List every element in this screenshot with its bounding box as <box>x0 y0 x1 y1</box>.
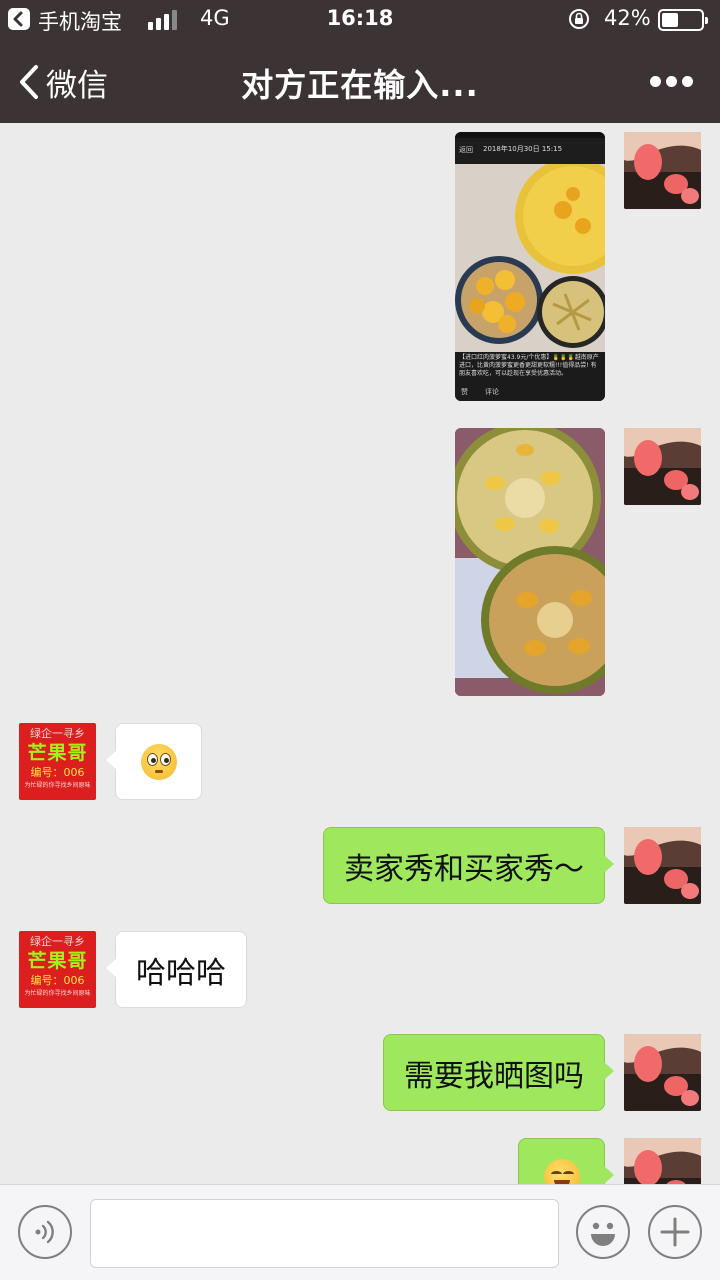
jackfruit-halves-photo <box>455 428 605 696</box>
message-bubble-emoji[interactable] <box>106 723 202 800</box>
battery-percent: 42% <box>604 6 651 30</box>
message-bubble-text[interactable]: 哈哈哈 <box>106 931 247 1008</box>
battery-nub <box>705 17 708 24</box>
voice-input-button[interactable] <box>18 1205 72 1259</box>
message-bubble-text[interactable]: 需要我晒图吗 <box>383 1034 614 1111</box>
jackfruit-photo <box>455 164 605 352</box>
message-bubble-text[interactable]: 卖家秀和买家秀～ <box>323 827 614 904</box>
mini-header-date: 2018年10月30日 15:15 <box>483 145 563 153</box>
smiley-icon <box>591 1222 615 1246</box>
post-actions: 赞 评论 <box>455 384 605 401</box>
message-text: 卖家秀和买家秀～ <box>344 851 584 887</box>
message-text: 哈哈哈 <box>136 955 226 991</box>
message-text: 需要我晒图吗 <box>404 1058 584 1094</box>
avatar-line-3: 编号：006 <box>30 974 85 987</box>
avatar-line-3: 编号：006 <box>30 766 85 779</box>
post-caption-text: 【进口红肉菠萝蜜43.9元/个优惠】🍍🍍🍍越南原产进口，比黄肉菠萝蜜更香更甜更软… <box>459 354 599 377</box>
message-list[interactable]: 返回 2018年10月30日 15:15 【进口红肉菠萝蜜43.9元/个优惠】🍍… <box>0 123 720 1184</box>
avatar-line-2: 芒果哥 <box>27 742 88 764</box>
contact-avatar[interactable]: 绿企一寻乡 芒果哥 编号：006 为忙碌的你寻找乡间原味 <box>19 723 96 800</box>
message-image-screenshot[interactable]: 返回 2018年10月30日 15:15 【进口红肉菠萝蜜43.9元/个优惠】🍍… <box>455 132 605 401</box>
emoji-button[interactable] <box>576 1205 630 1259</box>
plus-icon <box>660 1217 690 1247</box>
avatar-line-1: 绿企一寻乡 <box>30 727 85 740</box>
more-options-icon[interactable] <box>648 70 696 94</box>
header: 手机淘宝 4G 16:18 42% 微信 对方正在输入... <box>0 0 720 123</box>
avatar-line-4: 为忙碌的你寻找乡间原味 <box>24 990 91 997</box>
message-bubble-emoji[interactable] <box>518 1138 614 1184</box>
input-bar <box>0 1184 720 1280</box>
mini-nav-bar: 返回 2018年10月30日 15:15 <box>455 138 605 164</box>
my-avatar[interactable] <box>624 1034 701 1111</box>
my-avatar[interactable] <box>624 1138 701 1184</box>
flushed-face-icon <box>140 743 177 780</box>
my-avatar[interactable] <box>624 132 701 209</box>
avatar-line-4: 为忙碌的你寻找乡间原味 <box>24 782 91 789</box>
wechat-chat-screen: 手机淘宝 4G 16:18 42% 微信 对方正在输入... 返回 2018年1… <box>0 0 720 1280</box>
chat-title: 对方正在输入... <box>241 66 479 104</box>
rotation-lock-icon <box>569 9 589 29</box>
smiling-face-icon <box>543 1158 580 1184</box>
like-label: 赞 <box>461 388 468 396</box>
mini-back-label: 返回 <box>459 146 473 154</box>
status-bar: 手机淘宝 4G 16:18 42% <box>0 0 720 40</box>
my-avatar[interactable] <box>624 827 701 904</box>
voice-icon <box>35 1220 54 1244</box>
comment-label: 评论 <box>485 388 499 396</box>
add-more-button[interactable] <box>648 1205 702 1259</box>
battery-icon <box>658 9 708 31</box>
battery-level-fill <box>662 13 678 27</box>
avatar-line-1: 绿企一寻乡 <box>30 935 85 948</box>
contact-avatar[interactable]: 绿企一寻乡 芒果哥 编号：006 为忙碌的你寻找乡间原味 <box>19 931 96 1008</box>
avatar-line-2: 芒果哥 <box>27 950 88 972</box>
message-image-jackfruit[interactable] <box>455 428 605 696</box>
navigation-bar: 微信 对方正在输入... <box>0 40 720 123</box>
post-caption: 【进口红肉菠萝蜜43.9元/个优惠】🍍🍍🍍越南原产进口，比黄肉菠萝蜜更香更甜更软… <box>455 352 605 384</box>
message-input[interactable] <box>90 1199 559 1268</box>
my-avatar[interactable] <box>624 428 701 505</box>
